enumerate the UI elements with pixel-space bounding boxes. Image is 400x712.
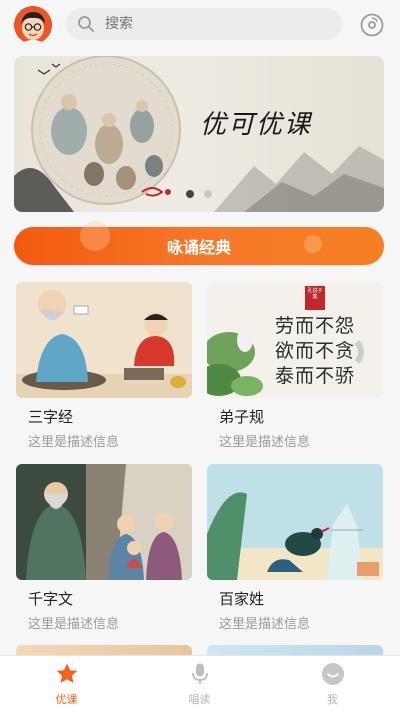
course-description: 这里是描述信息 [28, 617, 120, 632]
course-thumbnail [16, 464, 192, 580]
course-card-sanzijing[interactable]: 三字经 这里是描述信息 [16, 282, 192, 450]
featured-recitation-button[interactable]: 咏诵经典 [14, 221, 384, 265]
course-description: 这里是描述信息 [28, 435, 120, 450]
decor-bubble [80, 221, 110, 251]
course-card-qianziwen[interactable]: 千字文 这里是描述信息 [16, 464, 192, 632]
course-card-baijiaxing[interactable]: 百家姓 这里是描述信息 [207, 464, 383, 632]
scholars-group-illustration [16, 464, 192, 580]
bird-pagoda-illustration [207, 464, 383, 580]
course-title: 三字经 [28, 408, 74, 426]
course-description: 这里是描述信息 [219, 435, 311, 450]
tab-youke[interactable]: 优课 [0, 656, 133, 712]
top-bar [0, 0, 400, 50]
course-title: 百家姓 [219, 590, 265, 608]
course-card-dizigui[interactable]: 孔说子集 劳而不怨 欲而不贪 泰而不骄 弟子规 这里是描述信息 [207, 282, 383, 450]
course-thumbnail [16, 282, 192, 398]
tab-changdu[interactable]: 唱读 [133, 656, 266, 712]
scholars-painting [14, 56, 384, 212]
decor-bubble [304, 235, 322, 253]
tab-label: 我 [327, 693, 338, 706]
microphone-icon [191, 663, 208, 684]
seal-stamp-text: 孔说子集 [307, 288, 323, 300]
calligraphy-line: 泰而不骄 [275, 365, 356, 387]
course-title: 弟子规 [219, 408, 265, 426]
calligraphy-line: 劳而不怨 [275, 315, 356, 337]
tab-label: 唱读 [188, 693, 211, 706]
star-icon [56, 663, 77, 683]
search-bar[interactable] [66, 8, 342, 40]
featured-label: 咏诵经典 [166, 238, 231, 257]
search-icon [78, 16, 94, 32]
course-title: 千字文 [28, 590, 74, 608]
disc-icon[interactable] [360, 13, 384, 37]
course-thumbnail: 孔说子集 劳而不怨 欲而不贪 泰而不骄 [207, 282, 383, 398]
teacher-student-illustration [16, 282, 192, 398]
bottom-tab-bar: 优课 唱读 我 [0, 655, 400, 712]
boy-avatar-icon [14, 6, 52, 44]
smile-face-icon [321, 663, 344, 685]
carousel-dot-active[interactable] [186, 190, 194, 198]
course-description: 这里是描述信息 [219, 617, 311, 632]
tab-me[interactable]: 我 [266, 656, 399, 712]
search-input[interactable] [105, 14, 325, 34]
carousel-banner[interactable]: 优可优课 [14, 56, 384, 212]
calligraphy-text: 劳而不怨 欲而不贪 泰而不骄 [275, 314, 355, 389]
banner-title: 优可优课 [200, 110, 313, 140]
course-thumbnail [207, 464, 383, 580]
tab-label: 优课 [55, 693, 78, 706]
carousel-dot[interactable] [204, 190, 212, 198]
calligraphy-line: 欲而不贪 [275, 340, 356, 362]
avatar[interactable] [14, 6, 52, 44]
